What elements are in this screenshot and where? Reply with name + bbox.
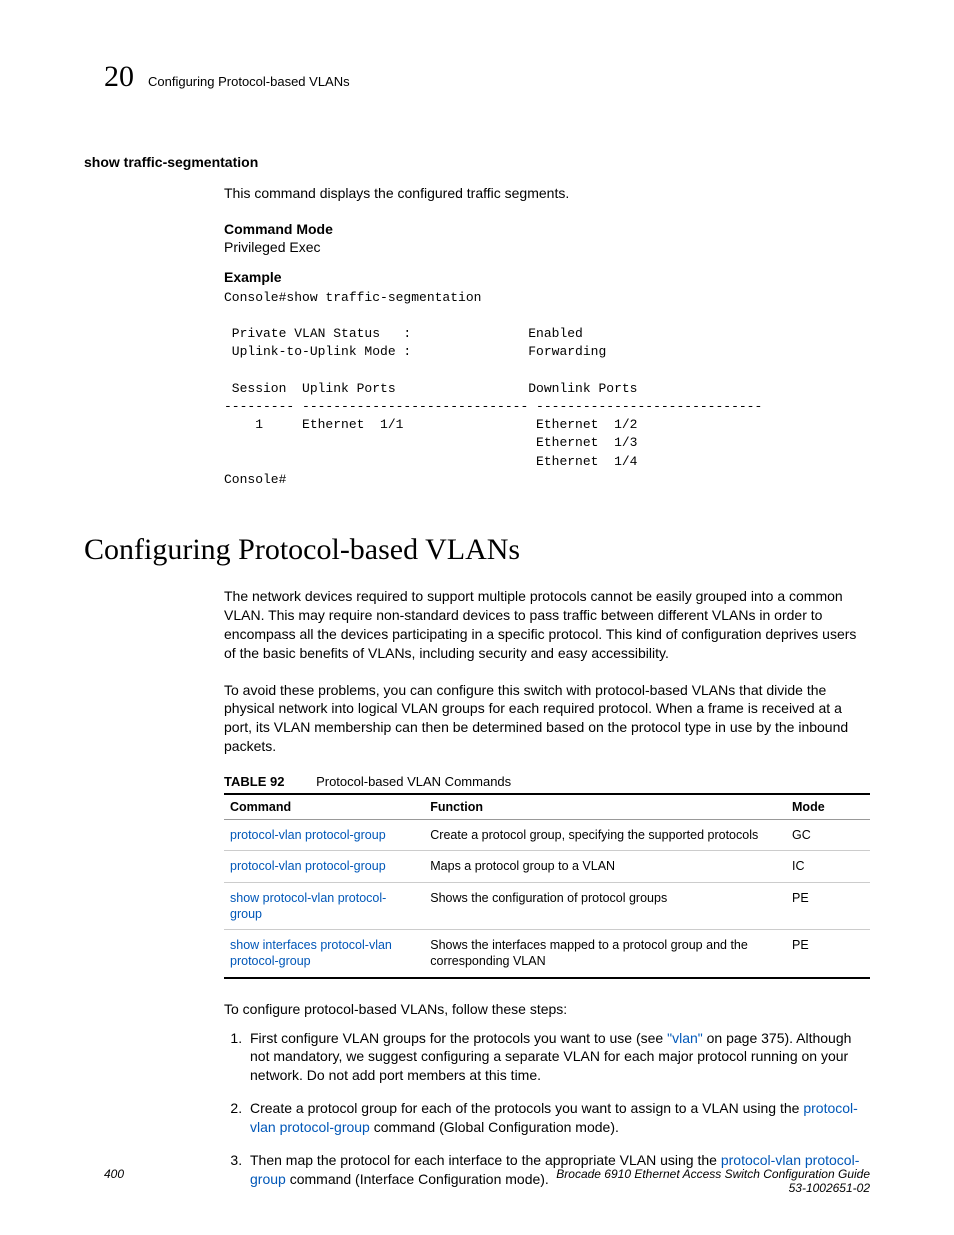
table-cell: PE <box>786 882 870 930</box>
page-header: 20 Configuring Protocol-based VLANs <box>104 60 870 94</box>
table-row: show protocol-vlan protocol-group Shows … <box>224 882 870 930</box>
step-text: command (Global Configuration mode). <box>370 1119 619 1135</box>
steps-intro: To configure protocol-based VLANs, follo… <box>224 1001 870 1017</box>
table-label: TABLE 92 <box>224 774 284 789</box>
footer-title: Brocade 6910 Ethernet Access Switch Conf… <box>556 1167 870 1181</box>
body-paragraph: To avoid these problems, you can configu… <box>224 681 870 757</box>
command-mode-value: Privileged Exec <box>224 239 870 255</box>
section-title: Configuring Protocol-based VLANs <box>84 533 870 567</box>
table-cell: Shows the configuration of protocol grou… <box>424 882 786 930</box>
page-footer: 400 Brocade 6910 Ethernet Access Switch … <box>104 1167 870 1195</box>
step-text: Create a protocol group for each of the … <box>250 1100 803 1116</box>
command-link[interactable]: show interfaces protocol-vlan protocol-g… <box>230 938 392 968</box>
table-cell: Create a protocol group, specifying the … <box>424 820 786 851</box>
commands-table: Command Function Mode protocol-vlan prot… <box>224 793 870 979</box>
command-mode-label: Command Mode <box>224 221 870 237</box>
table-row: protocol-vlan protocol-group Maps a prot… <box>224 851 870 882</box>
step-item: First configure VLAN groups for the prot… <box>246 1029 870 1086</box>
body-paragraph: The network devices required to support … <box>224 587 870 663</box>
command-description: This command displays the configured tra… <box>224 184 870 203</box>
step-item: Create a protocol group for each of the … <box>246 1099 870 1137</box>
page-number: 400 <box>104 1167 124 1195</box>
table-cell: GC <box>786 820 870 851</box>
table-cell: PE <box>786 930 870 978</box>
footer-docnum: 53-1002651-02 <box>556 1181 870 1195</box>
table-cell: Shows the interfaces mapped to a protoco… <box>424 930 786 978</box>
step-text: First configure VLAN groups for the prot… <box>250 1030 667 1046</box>
table-row: protocol-vlan protocol-group Create a pr… <box>224 820 870 851</box>
table-cell: IC <box>786 851 870 882</box>
chapter-number: 20 <box>104 60 134 94</box>
command-link[interactable]: protocol-vlan protocol-group <box>230 828 386 842</box>
table-row: show interfaces protocol-vlan protocol-g… <box>224 930 870 978</box>
table-caption: TABLE 92 Protocol-based VLAN Commands <box>224 774 870 789</box>
example-label: Example <box>224 269 870 285</box>
table-header-mode: Mode <box>786 794 870 820</box>
table-title: Protocol-based VLAN Commands <box>316 774 511 789</box>
command-link[interactable]: protocol-vlan protocol-group <box>230 859 386 873</box>
command-heading: show traffic-segmentation <box>84 154 870 170</box>
table-header-function: Function <box>424 794 786 820</box>
steps-list: First configure VLAN groups for the prot… <box>224 1029 870 1189</box>
table-header-command: Command <box>224 794 424 820</box>
chapter-title: Configuring Protocol-based VLANs <box>148 74 350 89</box>
vlan-link[interactable]: "vlan" <box>667 1030 703 1046</box>
command-link[interactable]: show protocol-vlan protocol-group <box>230 891 386 921</box>
step-text: Then map the protocol for each interface… <box>250 1152 721 1168</box>
cli-output: Console#show traffic-segmentation Privat… <box>224 289 870 489</box>
table-cell: Maps a protocol group to a VLAN <box>424 851 786 882</box>
